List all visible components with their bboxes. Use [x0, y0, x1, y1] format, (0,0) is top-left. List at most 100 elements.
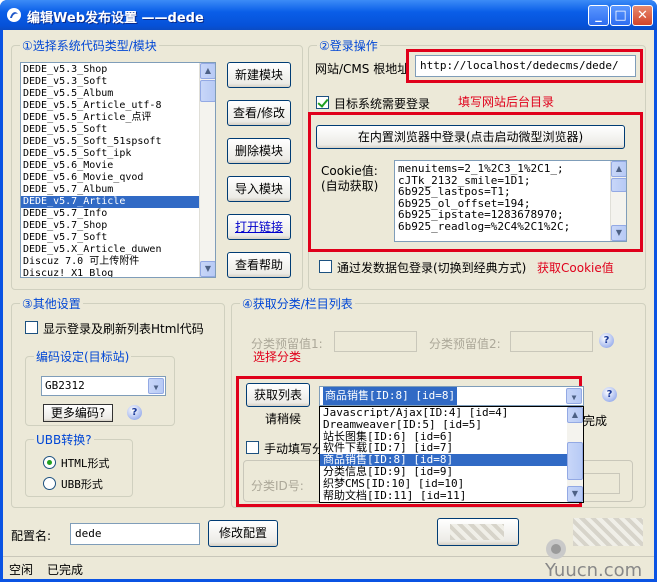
config-name-label: 配置名:: [11, 529, 52, 543]
open-link-button[interactable]: 打开链接: [227, 214, 291, 240]
cookie-scrollbar[interactable]: ▲ ▼: [610, 161, 626, 241]
module-list-item[interactable]: DEDE_v5.7_Soft: [21, 232, 215, 244]
category-note: 选择分类: [253, 350, 302, 364]
module-list-item[interactable]: DEDE_v5.7_Article: [21, 196, 215, 208]
reserve2-input: [510, 331, 593, 352]
config-name-input[interactable]: dede: [70, 523, 200, 545]
login-group-label: ②登录操作: [317, 37, 380, 54]
category-selected-value: 商品销售[ID:8] [id=8]: [323, 387, 458, 405]
ubb-ubb-label: UBB形式: [61, 478, 103, 491]
scroll-down-icon[interactable]: ▼: [567, 486, 583, 502]
ubb-ubb-radio[interactable]: [43, 477, 56, 490]
fetch-list-button[interactable]: 获取列表: [246, 383, 310, 407]
module-list-item[interactable]: DEDE_v5.5_Album: [21, 88, 215, 100]
url-input[interactable]: http://localhost/dedecms/dede/: [415, 55, 636, 77]
manual-category-label: 手动填写分: [264, 442, 325, 456]
pixelated-label: [450, 524, 504, 540]
window-title: 编辑Web发布设置 ——dede: [27, 11, 204, 26]
save-button[interactable]: [437, 518, 519, 546]
scroll-thumb[interactable]: [611, 178, 626, 192]
category-dropdown[interactable]: Javascript/Ajax[ID:4] [id=4] Dreamweaver[…: [319, 406, 584, 503]
cookie-line: 6b925_lastpos=T1;: [398, 185, 511, 198]
ubb-html-radio[interactable]: [43, 456, 56, 469]
module-list-item[interactable]: DEDE_v5.5_Soft: [21, 124, 215, 136]
module-list-item[interactable]: Discuz! X1_Blog: [21, 268, 215, 277]
module-list-item[interactable]: DEDE_v5.7_Shop: [21, 220, 215, 232]
status-left: 空闲: [9, 563, 34, 577]
reserve1-input: [334, 331, 417, 352]
watermark-text: Yuucn.com: [545, 560, 643, 581]
wait-label: 请稍候: [265, 412, 302, 426]
other-settings-group-label: ③其他设置: [20, 295, 83, 312]
module-list-item[interactable]: DEDE_v5.5_Article_utf-8: [21, 100, 215, 112]
module-list[interactable]: DEDE_v5.3_Shop DEDE_v5.3_Soft DEDE_v5.5_Al…: [20, 62, 216, 278]
category-dropdown-scrollbar[interactable]: ▲ ▼: [567, 407, 583, 502]
module-list-item[interactable]: DEDE_v5.5_Soft_ipk: [21, 148, 215, 160]
module-list-scrollbar[interactable]: ▲ ▼: [199, 63, 215, 277]
title-bar[interactable]: 编辑Web发布设置 ——dede _ □ ✕: [0, 0, 657, 30]
more-encoding-button[interactable]: 更多编码?: [43, 404, 113, 422]
watermark: Yuucn.com: [545, 538, 654, 581]
module-list-item[interactable]: Discuz 7.0 可上传附件: [21, 256, 215, 268]
cookie-sublabel: (自动获取): [321, 179, 379, 193]
need-login-checkbox[interactable]: [316, 96, 329, 109]
done-label: 完成: [583, 414, 608, 428]
scroll-up-icon[interactable]: ▲: [611, 161, 626, 177]
category-id-label: 分类ID号:: [251, 479, 304, 493]
module-list-item[interactable]: DEDE_v5.7_Album: [21, 184, 215, 196]
status-right: 已完成: [47, 563, 84, 577]
delete-module-button[interactable]: 删除模块: [227, 138, 291, 164]
packet-login-label: 通过发数据包登录(切换到经典方式): [337, 261, 527, 275]
edit-module-button[interactable]: 查看/修改: [227, 100, 291, 126]
chevron-down-icon[interactable]: ▼: [566, 388, 582, 404]
cookie-line: 6b925_ipstate=1283678970;: [398, 208, 564, 221]
minimize-button[interactable]: _: [588, 5, 609, 26]
help-button[interactable]: 查看帮助: [227, 252, 291, 278]
app-icon: [7, 8, 21, 22]
module-list-item[interactable]: DEDE_v5.6_Movie: [21, 160, 215, 172]
close-button[interactable]: ✕: [632, 5, 653, 26]
import-module-button[interactable]: 导入模块: [227, 176, 291, 202]
reserve2-label: 分类预留值2:: [429, 337, 501, 351]
category-select[interactable]: 商品销售[ID:8] [id=8] ▼: [319, 386, 584, 406]
help-icon[interactable]: ?: [127, 405, 142, 420]
module-list-item[interactable]: DEDE_v5.5_Soft_51spsoft: [21, 136, 215, 148]
modify-config-button[interactable]: 修改配置: [208, 520, 278, 547]
help-icon[interactable]: ?: [602, 387, 617, 402]
module-list-item[interactable]: DEDE_v5.X_Article_duwen: [21, 244, 215, 256]
maximize-button[interactable]: □: [610, 5, 631, 26]
scroll-thumb[interactable]: [567, 442, 583, 480]
module-list-item[interactable]: DEDE_v5.5_Article_点评: [21, 112, 215, 124]
module-list-item[interactable]: DEDE_v5.3_Soft: [21, 76, 215, 88]
show-login-html-label: 显示登录及刷新列表Html代码: [43, 322, 204, 336]
module-list-item[interactable]: DEDE_v5.6_Movie_qvod: [21, 172, 215, 184]
cookie-note: 获取Cookie值: [537, 261, 614, 275]
help-icon[interactable]: ?: [599, 333, 614, 348]
new-module-button[interactable]: 新建模块: [227, 62, 291, 88]
manual-category-checkbox[interactable]: [246, 441, 259, 454]
browser-login-button[interactable]: 在内置浏览器中登录(点击启动微型浏览器): [316, 125, 625, 149]
scroll-up-icon[interactable]: ▲: [200, 63, 215, 79]
cookie-textarea[interactable]: menuitems=2_1%2C3_1%2C1_; cJTk_2132_smile…: [394, 160, 627, 242]
encoding-select[interactable]: GB2312 ▼: [41, 376, 166, 396]
cookie-line: menuitems=2_1%2C3_1%2C1_;: [398, 162, 564, 175]
show-login-html-checkbox[interactable]: [25, 321, 38, 334]
scroll-down-icon[interactable]: ▼: [611, 225, 626, 241]
module-list-item[interactable]: DEDE_v5.7_Info: [21, 208, 215, 220]
category-option[interactable]: 帮助文档[ID:11] [id=11]: [320, 489, 583, 502]
chevron-down-icon[interactable]: ▼: [148, 378, 164, 394]
module-list-item[interactable]: DEDE_v5.3_Shop: [21, 64, 215, 76]
packet-login-checkbox[interactable]: [319, 260, 332, 273]
app-window: 编辑Web发布设置 ——dede _ □ ✕ ①选择系统代码类型/模块 DEDE…: [0, 0, 657, 582]
dialog-client: ①选择系统代码类型/模块 DEDE_v5.3_Shop DEDE_v5.3_Sof…: [3, 30, 654, 581]
scroll-thumb[interactable]: [200, 80, 215, 102]
scroll-down-icon[interactable]: ▼: [200, 261, 215, 277]
url-note: 填写网站后台目录: [458, 95, 555, 109]
watermark-logo-icon: [546, 539, 566, 559]
category-option[interactable]: 织梦CMS[ID:10] [id=10]: [320, 477, 583, 490]
encoding-group-label: 编码设定(目标站): [34, 348, 132, 365]
scroll-up-icon[interactable]: ▲: [567, 407, 583, 423]
categories-group-label: ④获取分类/栏目列表: [240, 295, 355, 312]
category-option[interactable]: Dreamweaver[ID:5] [id=5]: [320, 418, 583, 431]
category-option[interactable]: 分类信息[ID:9] [id=9]: [320, 466, 583, 478]
